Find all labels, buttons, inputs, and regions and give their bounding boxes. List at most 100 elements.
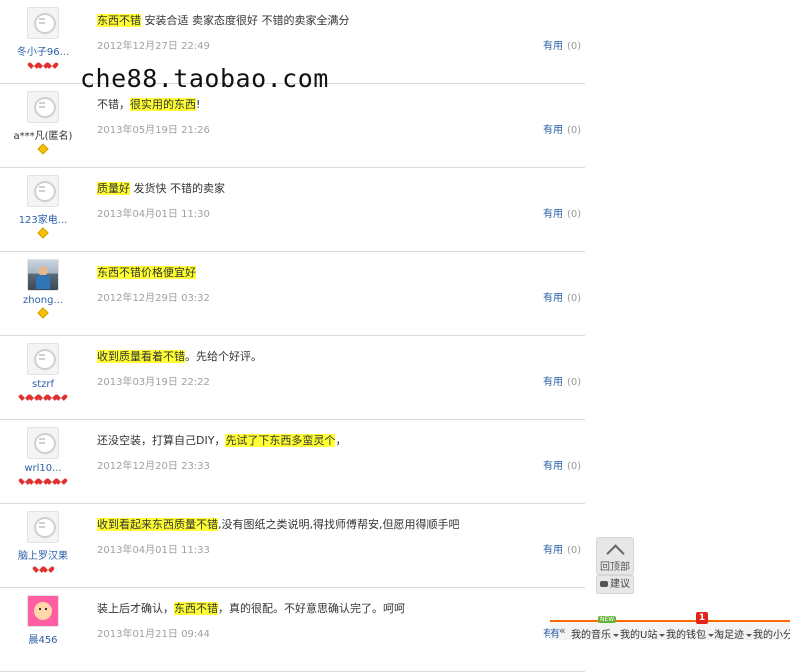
buyer-rank — [0, 391, 86, 401]
review-item: stzrf 收到质量看着不错。先给个好评。 2013年03月19日 22:22 有用 (… — [0, 336, 585, 420]
review-text: 东西不错价格便宜好 — [97, 264, 196, 280]
review-text-segment: ， — [335, 434, 347, 447]
new-badge: NEW — [598, 616, 617, 623]
suggest-label: 建议 — [610, 579, 630, 590]
reviewer-info: 晨456 — [0, 595, 86, 657]
review-text: 收到看起来东西质量不错,没有图纸之类说明,得找师傅帮安,但愿用得顺手吧 — [97, 516, 460, 532]
shop-watermark: che88.taobao.com — [80, 64, 329, 93]
review-text-segment: ,没有图纸之类说明,得找师傅帮安,但愿用得顺手吧 — [218, 518, 460, 531]
useful-button[interactable]: 有用 — [543, 125, 563, 136]
reviewer-name[interactable]: wrl10... — [0, 463, 86, 474]
suggest-button[interactable]: 建议 — [596, 575, 634, 594]
review-text-segment: 装上后才确认， — [97, 602, 174, 615]
reviewer-info: a***凡(匿名) — [0, 91, 86, 155]
review-text: 还没空装，打算自己DIY，先试了下东西多蛮灵个， — [97, 432, 346, 448]
buyer-rank — [0, 647, 86, 657]
review-date: 2012年12月20日 23:33 — [97, 461, 210, 472]
buyer-rank — [0, 227, 86, 239]
buyer-rank — [0, 475, 86, 485]
useful-button[interactable]: 有用 — [543, 377, 563, 388]
review-date: 2013年04月01日 11:33 — [97, 545, 210, 556]
toolbar-item-music[interactable]: 我的音乐 — [571, 626, 619, 640]
reviewer-name: a***凡(匿名) — [13, 131, 73, 142]
heart-icon — [57, 476, 65, 483]
default-avatar-icon[interactable] — [27, 7, 59, 39]
reviewer-info: 脑上罗汉果 — [0, 511, 86, 573]
highlighted-phrase: 收到质量看着不错 — [97, 350, 185, 363]
review-item: zhong... 东西不错价格便宜好 2012年12月29日 03:32 有用 (0) — [0, 252, 585, 336]
useful-count: (0) — [567, 545, 582, 556]
useful-count: (0) — [567, 41, 582, 52]
reviewer-name[interactable]: 123家电... — [0, 211, 86, 226]
toolbar-item-points[interactable]: 我的小分 — [753, 626, 790, 640]
useful-count: (0) — [567, 293, 582, 304]
useful-button[interactable]: 有用 — [543, 41, 563, 52]
reviewer-info: zhong... — [0, 259, 86, 319]
toolbar-item-footprint[interactable]: 淘足迹 — [714, 626, 752, 640]
reviewer-name[interactable]: zhong... — [0, 295, 86, 306]
default-avatar-icon[interactable] — [27, 343, 59, 375]
review-date: 2013年04月01日 11:30 — [97, 209, 210, 220]
reviewer-name[interactable]: 冬小子96... — [0, 43, 86, 58]
highlighted-phrase: 东西不错 — [174, 602, 218, 615]
reviewer-info: wrl10... — [0, 427, 86, 485]
useful-button[interactable]: 有用 — [543, 209, 563, 220]
review-text-segment: 不错， — [97, 98, 130, 111]
buyer-rank — [0, 143, 86, 155]
collapse-arrows-icon[interactable]: « — [559, 624, 566, 637]
useful-count: (0) — [567, 377, 582, 388]
review-text: 装上后才确认，东西不错，真的很配。不好意思确认完了。呵呵 — [97, 600, 405, 616]
useful-button[interactable]: 有用 — [543, 461, 563, 472]
review-item: 脑上罗汉果 收到看起来东西质量不错,没有图纸之类说明,得找师傅帮安,但愿用得顺手吧… — [0, 504, 585, 588]
default-avatar-icon[interactable] — [27, 91, 59, 123]
review-text-segment: 安装合适 卖家态度很好 不错的卖家全满分 — [141, 14, 350, 27]
highlighted-phrase: 东西不错价格便宜好 — [97, 266, 196, 279]
toolbar-item-wallet[interactable]: 我的钱包 — [666, 626, 714, 640]
reviewer-info: 123家电... — [0, 175, 86, 239]
review-text: 收到质量看着不错。先给个好评。 — [97, 348, 262, 364]
reviewer-name[interactable]: 脑上罗汉果 — [0, 547, 86, 562]
reviewer-info: stzrf — [0, 343, 86, 401]
reviewer-info: 冬小子96... — [0, 7, 86, 69]
highlighted-phrase: 东西不错 — [97, 14, 141, 27]
review-item: a***凡(匿名) 不错，很实用的东西! 2013年05月19日 21:26 有用 (0… — [0, 84, 585, 168]
review-date: 2013年01月21日 09:44 — [97, 629, 210, 640]
reviewer-name[interactable]: stzrf — [0, 379, 86, 390]
review-text: 东西不错 安装合适 卖家态度很好 不错的卖家全满分 — [97, 12, 350, 28]
useful-button[interactable]: 有用 — [543, 545, 563, 556]
diamond-icon — [37, 307, 49, 319]
photo-avatar-icon[interactable] — [27, 259, 59, 291]
reviewer-name[interactable]: 晨456 — [0, 631, 86, 646]
heart-icon — [57, 392, 65, 399]
useful-vote: 有用 (0) — [543, 541, 581, 556]
back-to-top-button[interactable]: 回顶部 — [596, 537, 634, 575]
review-list: 冬小子96... 东西不错 安装合适 卖家态度很好 不错的卖家全满分 2012年12… — [0, 0, 585, 672]
useful-button[interactable]: 有用 — [543, 293, 563, 304]
review-item: 123家电... 质量好 发货快 不错的卖家 2013年04月01日 11:30 有用… — [0, 168, 585, 252]
toolbar-item-ustation[interactable]: 我的U站 — [620, 626, 665, 640]
review-date: 2012年12月27日 22:49 — [97, 41, 210, 52]
useful-vote: 有用 (0) — [543, 289, 581, 304]
useful-count: (0) — [567, 125, 582, 136]
pink-avatar-icon[interactable] — [27, 595, 59, 627]
review-item: 晨456 装上后才确认，东西不错，真的很配。不好意思确认完了。呵呵 2013年01月… — [0, 588, 585, 672]
review-text-segment: 。先给个好评。 — [185, 350, 262, 363]
review-date: 2012年12月29日 03:32 — [97, 293, 210, 304]
default-avatar-icon[interactable] — [27, 511, 59, 543]
useful-vote: 有用 (0) — [543, 205, 581, 220]
default-avatar-icon[interactable] — [27, 175, 59, 207]
buyer-rank — [0, 59, 86, 69]
highlighted-phrase: 先试了下东西多蛮灵个 — [225, 434, 336, 447]
review-text: 不错，很实用的东西! — [97, 96, 200, 112]
highlighted-phrase: 质量好 — [97, 182, 130, 195]
review-text-segment: ! — [196, 98, 201, 111]
useful-vote: 有用 (0) — [543, 37, 581, 52]
useful-vote: 有用 (0) — [543, 121, 581, 136]
buyer-rank — [0, 307, 86, 319]
diamond-icon — [37, 143, 49, 155]
default-avatar-icon[interactable] — [27, 427, 59, 459]
review-text-segment: ，真的很配。不好意思确认完了。呵呵 — [218, 602, 405, 615]
review-text-segment: 发货快 不错的卖家 — [130, 182, 225, 195]
review-item: wrl10... 还没空装，打算自己DIY，先试了下东西多蛮灵个， 2012年12月… — [0, 420, 585, 504]
heart-icon — [48, 60, 56, 67]
